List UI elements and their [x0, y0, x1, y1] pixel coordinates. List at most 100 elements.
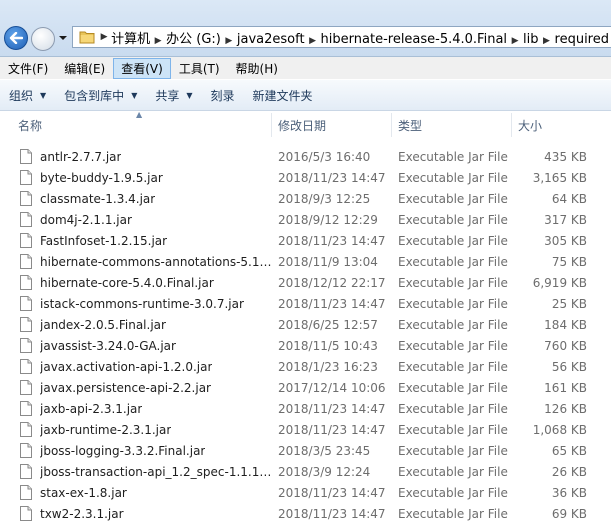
back-button[interactable]: [4, 26, 28, 50]
file-name: istack-commons-runtime-3.0.7.jar: [40, 296, 244, 311]
file-row[interactable]: FastInfoset-1.2.15.jar 2018/11/23 14:47 Ex…: [0, 230, 611, 251]
new-folder-button[interactable]: 新建文件夹: [244, 83, 322, 107]
breadcrumb-item[interactable]: required: [553, 32, 611, 47]
menu-item[interactable]: 帮助(H): [228, 58, 286, 79]
file-icon: [20, 506, 32, 521]
recent-pages-dropdown[interactable]: [58, 33, 68, 43]
file-name-cell: stax-ex-1.8.jar: [0, 485, 272, 500]
file-size: 65 KB: [551, 443, 587, 458]
file-row[interactable]: jandex-2.0.5.Final.jar 2018/6/25 12:57 Exe…: [0, 314, 611, 335]
file-date: 2018/11/9 13:04: [278, 254, 378, 269]
file-type: Executable Jar File: [398, 170, 508, 185]
chevron-right-icon[interactable]: ▶: [99, 32, 109, 42]
file-type: Executable Jar File: [398, 149, 508, 164]
file-row[interactable]: istack-commons-runtime-3.0.7.jar 2018/11/…: [0, 293, 611, 314]
burn-button[interactable]: 刻录: [202, 83, 244, 107]
menu-item[interactable]: 查看(V): [113, 57, 171, 79]
breadcrumb-item[interactable]: java2esoft: [235, 32, 307, 47]
file-size: 56 KB: [551, 359, 587, 374]
file-size: 435 KB: [544, 149, 587, 164]
file-icon: [20, 212, 32, 227]
file-row[interactable]: txw2-2.3.1.jar 2018/11/23 14:47 Executable…: [0, 503, 611, 524]
menu-item[interactable]: 工具(T): [171, 58, 228, 79]
chevron-right-icon[interactable]: ▶: [509, 36, 521, 46]
file-name-cell: dom4j-2.1.1.jar: [0, 212, 272, 227]
column-header-type[interactable]: 类型: [392, 113, 512, 137]
new-folder-label: 新建文件夹: [252, 88, 313, 103]
file-name-cell: javax.persistence-api-2.2.jar: [0, 380, 272, 395]
arrow-left-icon: [9, 32, 23, 44]
file-row[interactable]: javax.activation-api-1.2.0.jar 2018/1/23 …: [0, 356, 611, 377]
file-icon: [20, 464, 32, 479]
caret-down-icon: ▼: [186, 90, 193, 100]
file-icon: [20, 443, 32, 458]
organize-button[interactable]: 组织 ▼: [0, 83, 55, 107]
file-size: 1,068 KB: [532, 422, 587, 437]
file-name: txw2-2.3.1.jar: [40, 506, 124, 521]
file-icon: [20, 380, 32, 395]
chevron-right-icon[interactable]: ▶: [541, 36, 553, 46]
file-name-cell: jaxb-api-2.3.1.jar: [0, 401, 272, 416]
breadcrumb-item[interactable]: hibernate-release-5.4.0.Final: [319, 32, 509, 47]
include-in-library-button[interactable]: 包含到库中 ▼: [55, 83, 146, 107]
file-type: Executable Jar File: [398, 422, 508, 437]
file-size: 64 KB: [551, 191, 587, 206]
command-bar: 组织 ▼ 包含到库中 ▼ 共享 ▼ 刻录 新建文件夹: [0, 80, 611, 111]
caret-down-icon: ▼: [131, 90, 138, 100]
file-row[interactable]: antlr-2.7.7.jar 2016/5/3 16:40 Executable …: [0, 146, 611, 167]
chevron-right-icon[interactable]: ▶: [307, 36, 319, 46]
file-name-cell: FastInfoset-1.2.15.jar: [0, 233, 272, 248]
file-name: jaxb-api-2.3.1.jar: [40, 401, 143, 416]
file-size: 161 KB: [544, 380, 587, 395]
column-header-row: ▲ 名称 修改日期 类型 大小: [0, 110, 611, 137]
address-box[interactable]: ▶ 计算机 ▶ 办公 (G:) ▶ java2esoft ▶ hibernate-relea…: [72, 26, 611, 48]
file-row[interactable]: stax-ex-1.8.jar 2018/11/23 14:47 Executabl…: [0, 482, 611, 503]
file-row[interactable]: hibernate-core-5.4.0.Final.jar 2018/12/12…: [0, 272, 611, 293]
file-row[interactable]: jaxb-api-2.3.1.jar 2018/11/23 14:47 Execut…: [0, 398, 611, 419]
file-type: Executable Jar File: [398, 443, 508, 458]
file-row[interactable]: javax.persistence-api-2.2.jar 2017/12/14 …: [0, 377, 611, 398]
file-icon: [20, 485, 32, 500]
file-date: 2018/11/23 14:47: [278, 170, 386, 185]
file-date: 2018/11/23 14:47: [278, 485, 386, 500]
file-type: Executable Jar File: [398, 296, 508, 311]
file-name: byte-buddy-1.9.5.jar: [40, 170, 163, 185]
file-row[interactable]: classmate-1.3.4.jar 2018/9/3 12:25 Executa…: [0, 188, 611, 209]
share-button[interactable]: 共享 ▼: [146, 83, 201, 107]
file-type: Executable Jar File: [398, 275, 508, 290]
column-header-name[interactable]: ▲ 名称: [0, 110, 272, 137]
chevron-right-icon[interactable]: ▶: [223, 36, 235, 46]
file-row[interactable]: jboss-logging-3.3.2.Final.jar 2018/3/5 23…: [0, 440, 611, 461]
file-name: stax-ex-1.8.jar: [40, 485, 127, 500]
menu-item[interactable]: 编辑(E): [56, 58, 113, 79]
share-label: 共享: [155, 88, 180, 103]
column-header-size[interactable]: 大小: [512, 113, 611, 137]
chevron-right-icon[interactable]: ▶: [152, 36, 164, 46]
file-icon: [20, 422, 32, 437]
file-row[interactable]: byte-buddy-1.9.5.jar 2018/11/23 14:47 Exec…: [0, 167, 611, 188]
file-icon: [20, 401, 32, 416]
file-date: 2018/3/9 12:24: [278, 464, 371, 479]
file-type: Executable Jar File: [398, 254, 508, 269]
file-name-cell: byte-buddy-1.9.5.jar: [0, 170, 272, 185]
organize-label: 组织: [9, 88, 34, 103]
forward-button[interactable]: [31, 27, 55, 51]
menu-bar: 文件(F) 编辑(E) 查看(V) 工具(T) 帮助(H): [0, 57, 611, 79]
file-row[interactable]: jaxb-runtime-2.3.1.jar 2018/11/23 14:47 Ex…: [0, 419, 611, 440]
menu-item[interactable]: 文件(F): [0, 58, 56, 79]
column-header-date[interactable]: 修改日期: [272, 113, 392, 137]
file-date: 2018/3/5 23:45: [278, 443, 371, 458]
file-date: 2018/11/23 14:47: [278, 422, 386, 437]
file-date: 2018/11/23 14:47: [278, 401, 386, 416]
file-row[interactable]: javassist-3.24.0-GA.jar 2018/11/5 10:43 Ex…: [0, 335, 611, 356]
file-size: 36 KB: [551, 485, 587, 500]
breadcrumb-item[interactable]: lib: [521, 32, 540, 47]
file-row[interactable]: dom4j-2.1.1.jar 2018/9/12 12:29 Executable…: [0, 209, 611, 230]
file-row[interactable]: jboss-transaction-api_1.2_spec-1.1.1....…: [0, 461, 611, 482]
file-name: jaxb-runtime-2.3.1.jar: [40, 422, 172, 437]
file-type: Executable Jar File: [398, 191, 508, 206]
file-icon: [20, 296, 32, 311]
breadcrumb-item[interactable]: 计算机: [109, 32, 152, 47]
breadcrumb-item[interactable]: 办公 (G:): [164, 32, 223, 47]
file-row[interactable]: hibernate-commons-annotations-5.1.... 201…: [0, 251, 611, 272]
